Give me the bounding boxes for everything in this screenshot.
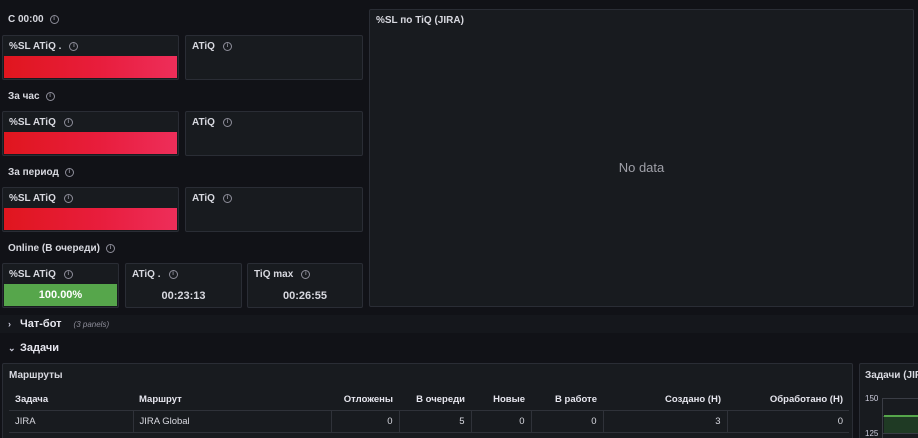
panel-title: %SL ATiQ i (9, 117, 73, 128)
column-header[interactable]: В работе (531, 389, 603, 411)
table-cell: 3 (602, 410, 727, 433)
panel-title: ATiQ i (192, 117, 232, 128)
panel-atiq-c00: ATiQ i (185, 35, 363, 80)
row-chatbot[interactable]: › Чат-бот (3 panels) (0, 315, 918, 333)
panel-title-label: %SL ATiQ (9, 117, 56, 128)
panel-sl-by-tiq: %SL по TiQ (JIRA) No data (369, 9, 914, 307)
row-chatbot-count: (3 panels) (73, 319, 110, 329)
panel-sl-atiq-hour: %SL ATiQ i (2, 111, 179, 156)
table-cell: 0 (726, 410, 849, 433)
info-icon[interactable]: i (222, 194, 232, 203)
row-title-period: За период i (8, 167, 74, 178)
info-icon[interactable]: i (45, 92, 55, 101)
axis-line (882, 398, 883, 438)
info-icon[interactable]: i (222, 118, 232, 127)
sl-value: 100.00% (4, 284, 117, 306)
info-icon[interactable]: i (63, 194, 73, 203)
row-title-c00: С 00:00 i (8, 14, 59, 25)
column-header[interactable]: Создано (Н) (603, 389, 727, 411)
panel-tasks-graph: Задачи (JIR 150 125 (859, 363, 918, 438)
routes-table: Задача Маршрут Отложены В очереди Новые … (9, 389, 849, 433)
info-icon[interactable]: i (301, 270, 311, 279)
table-header-row: Задача Маршрут Отложены В очереди Новые … (9, 389, 849, 411)
panel-title: ATiQ i (192, 41, 232, 52)
panel-title-label: ATiQ . (132, 269, 161, 280)
panel-title: Задачи (JIR (865, 370, 918, 381)
panel-title-label: %SL ATiQ (9, 269, 56, 280)
sl-bar (4, 56, 177, 78)
panel-sl-atiq-online: %SL ATiQ i 100.00% (2, 263, 119, 308)
y-tick-label: 150 (865, 394, 879, 403)
info-icon[interactable]: i (64, 168, 74, 177)
row-tasks-label: Задачи (20, 342, 59, 354)
info-icon[interactable]: i (63, 270, 73, 279)
panel-title: ATiQ i (192, 193, 232, 204)
table-cell: JIRA (9, 410, 133, 433)
table-row: JIRA JIRA Global 0 5 0 0 3 0 (9, 410, 849, 433)
panel-atiq-hour: ATiQ i (185, 111, 363, 156)
grid-line (882, 398, 918, 399)
table-cell: 0 (470, 410, 531, 433)
row-title-online: Online (В очереди) i (8, 243, 115, 254)
panel-title-label: ATiQ (192, 117, 215, 128)
panel-title-label: TiQ max (254, 269, 294, 280)
atiq-value: 00:23:13 (161, 290, 206, 302)
chevron-down-icon: ⌄ (8, 342, 16, 353)
row-title-label: Online (В очереди) (8, 243, 100, 254)
panel-title: %SL по TiQ (JIRA) (376, 15, 464, 26)
row-chatbot-label: Чат-бот (20, 318, 62, 330)
panel-atiq-online: ATiQ . i 00:23:13 (125, 263, 242, 308)
panel-title: %SL ATiQ . i (9, 41, 79, 52)
panel-title: %SL ATiQ i (9, 269, 73, 280)
panel-title: Маршруты (9, 370, 63, 381)
table-cell: JIRA Global (132, 410, 331, 433)
panel-title: TiQ max i (254, 269, 311, 280)
panel-title-label: Маршруты (9, 370, 63, 381)
panel-title-label: %SL ATiQ . (9, 41, 62, 52)
row-title-label: С 00:00 (8, 14, 44, 25)
panel-title: ATiQ . i (132, 269, 178, 280)
tiq-max-value: 00:26:55 (282, 290, 328, 302)
chevron-right-icon: › (8, 319, 11, 329)
sl-bar (4, 132, 177, 154)
grid-line (882, 433, 918, 434)
info-icon[interactable]: i (105, 244, 115, 253)
panel-title: %SL ATiQ i (9, 193, 73, 204)
panel-title-label: Задачи (JIR (865, 370, 918, 381)
panel-title-label: %SL по TiQ (JIRA) (376, 15, 464, 26)
row-title-label: За период (8, 167, 59, 178)
panel-atiq-period: ATiQ i (185, 187, 363, 232)
table-cell: 0 (530, 410, 603, 433)
panel-title-label: ATiQ (192, 41, 215, 52)
info-icon[interactable]: i (222, 42, 232, 51)
column-header[interactable]: Новые (471, 389, 531, 411)
panel-routes: Маршруты Задача Маршрут Отложены В очере… (2, 363, 853, 438)
table-cell: 0 (330, 410, 399, 433)
column-header[interactable]: Отложены (331, 389, 399, 411)
info-icon[interactable]: i (63, 118, 73, 127)
table-cell: 5 (398, 410, 471, 433)
row-title-label: За час (8, 91, 40, 102)
panel-sl-atiq-c00: %SL ATiQ . i (2, 35, 179, 80)
column-header[interactable]: Обработано (Н) (727, 389, 849, 411)
column-header[interactable]: Маршрут (133, 389, 331, 411)
info-icon[interactable]: i (168, 270, 178, 279)
series-area (884, 415, 918, 433)
row-title-hour: За час i (8, 91, 55, 102)
panel-title-label: ATiQ (192, 193, 215, 204)
y-tick-label: 125 (865, 429, 879, 438)
column-header[interactable]: В очереди (399, 389, 471, 411)
sl-bar (4, 208, 177, 230)
panel-tiq-max: TiQ max i 00:26:55 (247, 263, 363, 308)
column-header[interactable]: Задача (9, 389, 133, 411)
info-icon[interactable]: i (49, 15, 59, 24)
panel-sl-atiq-period: %SL ATiQ i (2, 187, 179, 232)
info-icon[interactable]: i (69, 42, 79, 51)
row-tasks[interactable]: ⌄ Задачи (0, 340, 918, 356)
panel-title-label: %SL ATiQ (9, 193, 56, 204)
no-data-message: No data (618, 160, 665, 175)
